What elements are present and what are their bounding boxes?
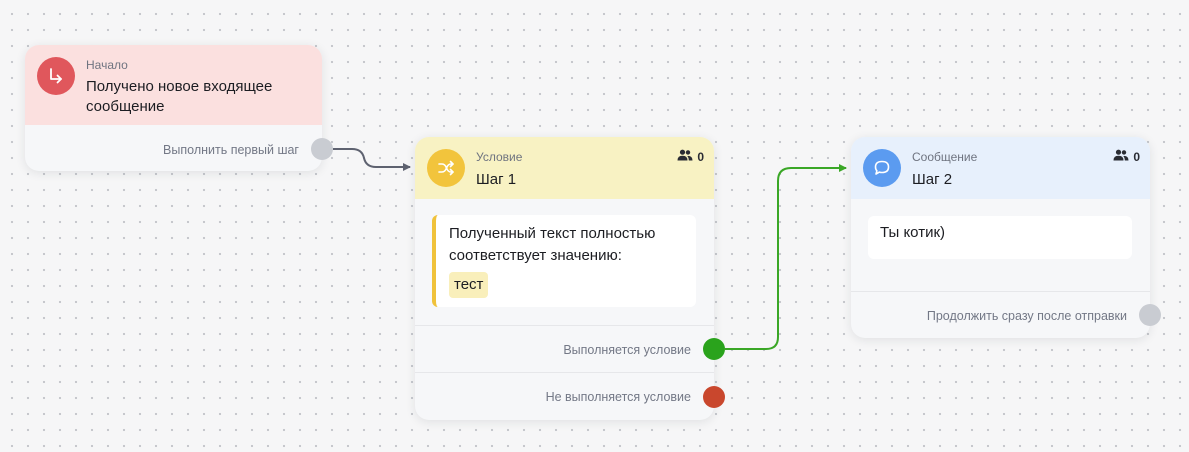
condition-node-kind: Условие: [476, 150, 523, 164]
start-node-title: Получено новое входящее сообщение: [86, 78, 273, 115]
message-subscriber-counter: 0: [1113, 149, 1140, 164]
condition-node[interactable]: Условие Шаг 1 0 Полученный текст полност…: [415, 137, 725, 420]
message-node[interactable]: Сообщение Шаг 2 0 Ты котик) Продолжить с…: [851, 137, 1161, 338]
condition-rule-value: тест: [449, 272, 489, 298]
message-counter-value: 0: [1133, 149, 1140, 164]
start-node-header: Начало Получено новое входящее сообщение: [25, 45, 322, 125]
message-divider: [851, 291, 1150, 292]
shuffle-icon: [427, 149, 465, 187]
start-port-label: Выполнить первый шаг: [163, 143, 299, 157]
link-start-to-condition[interactable]: [333, 148, 411, 171]
condition-node-title: Шаг 1: [476, 171, 517, 188]
condition-rule-text: Полученный текст полностью соответствует…: [449, 225, 656, 264]
flow-canvas[interactable]: Начало Получено новое входящее сообщение…: [0, 0, 1189, 452]
condition-divider-top: [415, 325, 714, 326]
condition-false-port[interactable]: [703, 386, 725, 408]
condition-true-port[interactable]: [703, 338, 725, 360]
start-node[interactable]: Начало Получено новое входящее сообщение…: [25, 45, 333, 171]
users-icon: [677, 149, 693, 164]
message-node-title: Шаг 2: [912, 171, 953, 188]
condition-false-label: Не выполняется условие: [545, 390, 691, 404]
start-output-port[interactable]: [311, 138, 333, 160]
message-port-label: Продолжить сразу после отправки: [926, 309, 1127, 323]
chat-bubble-icon: [863, 149, 901, 187]
start-node-kind: Начало: [86, 58, 128, 72]
message-node-header: Сообщение Шаг 2 0: [851, 137, 1150, 199]
message-output-port[interactable]: [1139, 304, 1161, 326]
arrow-turn-right-icon: [37, 57, 75, 95]
message-text: Ты котик): [880, 224, 946, 241]
condition-true-label: Выполняется условие: [563, 343, 691, 357]
link-condition-to-message[interactable]: [725, 164, 847, 350]
condition-subscriber-counter: 0: [677, 149, 704, 164]
message-text-bubble[interactable]: Ты котик): [868, 216, 1132, 259]
message-node-kind: Сообщение: [912, 150, 978, 164]
condition-rule-card[interactable]: Полученный текст полностью соответствует…: [432, 215, 696, 307]
condition-divider-bottom: [415, 372, 714, 373]
condition-node-header: Условие Шаг 1 0: [415, 137, 714, 199]
users-icon: [1113, 149, 1129, 164]
condition-counter-value: 0: [697, 149, 704, 164]
